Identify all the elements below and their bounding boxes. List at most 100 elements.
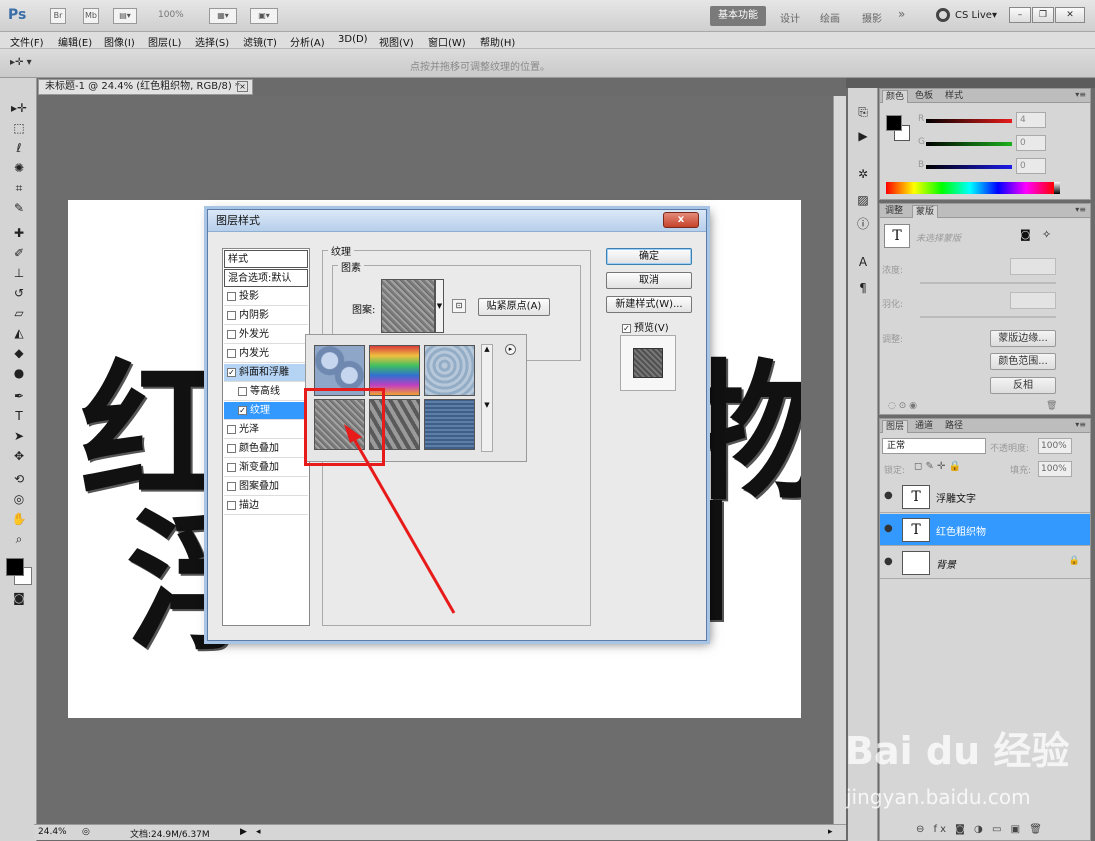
healing-brush-tool-icon[interactable]: ✚: [10, 225, 28, 241]
pattern-picker-scrollbar[interactable]: ▲ ▼: [481, 344, 493, 452]
style-list-item[interactable]: 内发光: [224, 345, 308, 363]
fill-field[interactable]: 100%: [1038, 461, 1072, 477]
menu-help[interactable]: 帮助(H): [480, 34, 515, 49]
style-checkbox[interactable]: [227, 481, 236, 491]
pixel-mask-icon[interactable]: ◙: [1020, 228, 1031, 241]
bridge-icon[interactable]: Br: [50, 8, 66, 24]
tab-color[interactable]: 颜色: [882, 90, 909, 103]
3d-rotate-tool-icon[interactable]: ⟲: [10, 471, 28, 487]
delete-mask-icon[interactable]: 🗑: [1046, 401, 1057, 411]
mask-edge-button[interactable]: 蒙版边缘...: [990, 330, 1056, 347]
cs-live-menu[interactable]: CS Live▾: [955, 10, 997, 21]
3d-orbit-tool-icon[interactable]: ◎: [10, 491, 28, 507]
move-tool-icon[interactable]: ▸✛: [10, 100, 28, 116]
feather-field[interactable]: [1010, 292, 1056, 309]
tool-preset-picker[interactable]: ▸✛ ▾: [10, 57, 32, 68]
new-style-button[interactable]: 新建样式(W)...: [606, 296, 692, 313]
character-panel-icon[interactable]: A: [855, 254, 871, 270]
eraser-tool-icon[interactable]: ▱: [10, 305, 28, 321]
tab-masks[interactable]: 蒙版: [912, 205, 939, 218]
tab-paths[interactable]: 路径: [942, 420, 966, 433]
tab-adjustments[interactable]: 调整: [882, 205, 906, 218]
path-select-tool-icon[interactable]: ➤: [10, 428, 28, 444]
workspace-painting[interactable]: 绘画: [820, 10, 840, 25]
dialog-close-button[interactable]: x: [663, 212, 699, 228]
marquee-tool-icon[interactable]: ⬚: [10, 120, 28, 136]
scroll-right-icon[interactable]: ▸: [828, 827, 833, 837]
menu-select[interactable]: 选择(S): [195, 34, 229, 49]
hand-tool-icon[interactable]: ✋: [10, 511, 28, 527]
style-checkbox[interactable]: [227, 310, 236, 320]
type-tool-icon[interactable]: T: [10, 408, 28, 424]
pattern-blue-fabric[interactable]: [424, 399, 475, 450]
panel-menu-icon[interactable]: ▾≡: [1075, 90, 1086, 99]
cancel-button[interactable]: 取消: [606, 272, 692, 289]
style-list-item[interactable]: 外发光: [224, 326, 308, 344]
history-panel-icon[interactable]: ⎘: [855, 104, 871, 120]
close-button[interactable]: ✕: [1055, 7, 1085, 23]
visibility-eye-icon[interactable]: ●: [884, 523, 893, 534]
blend-mode-select[interactable]: 正常: [882, 438, 986, 454]
panel-menu-icon[interactable]: ▾≡: [1075, 205, 1086, 214]
arrange-documents-icon[interactable]: ▦▾: [209, 8, 237, 24]
style-checkbox[interactable]: [227, 424, 236, 434]
dock-collapse-strip[interactable]: [846, 78, 1095, 88]
panel-menu-icon[interactable]: ▾≡: [1075, 420, 1086, 429]
style-list-item[interactable]: 等高线: [224, 383, 308, 401]
density-field[interactable]: [1010, 258, 1056, 275]
menu-analysis[interactable]: 分析(A): [290, 34, 325, 49]
visibility-eye-icon[interactable]: ●: [884, 556, 893, 567]
black-white-ramp[interactable]: [1054, 182, 1060, 194]
paragraph-panel-icon[interactable]: ¶: [855, 280, 871, 296]
tab-layers[interactable]: 图层: [882, 420, 909, 433]
eyedropper-tool-icon[interactable]: ✎: [10, 200, 28, 216]
minimize-button[interactable]: –: [1009, 7, 1031, 23]
style-list-item[interactable]: ✓ 斜面和浮雕: [224, 364, 308, 382]
quick-mask-icon[interactable]: ◙: [10, 590, 28, 606]
layer-row[interactable]: ● T 浮雕文字: [880, 481, 1090, 513]
pattern-ice[interactable]: [424, 345, 475, 396]
brush-tool-icon[interactable]: ✐: [10, 245, 28, 261]
green-slider[interactable]: [926, 142, 1012, 146]
workspace-photography[interactable]: 摄影: [862, 10, 882, 25]
lock-icons[interactable]: ◻ ✎ ✛ 🔒: [914, 461, 961, 472]
style-checkbox[interactable]: [227, 291, 236, 301]
new-pattern-preset-icon[interactable]: ⊡: [452, 299, 466, 313]
paint-bucket-tool-icon[interactable]: ◭: [10, 325, 28, 341]
scroll-left-icon[interactable]: ◂: [256, 827, 261, 837]
tab-styles[interactable]: 样式: [942, 90, 966, 103]
tab-swatches[interactable]: 色板: [912, 90, 936, 103]
close-icon[interactable]: ×: [237, 81, 248, 92]
layers-footer-icons[interactable]: ⊖ fx ◙ ◑ ▭ ▣ 🗑: [916, 824, 1045, 835]
blue-value[interactable]: 0: [1016, 158, 1046, 174]
restore-button[interactable]: ❐: [1032, 7, 1054, 23]
menu-3d[interactable]: 3D(D): [338, 34, 368, 45]
style-list-item[interactable]: 混合选项:默认: [224, 269, 308, 287]
3d-panel-icon[interactable]: ✲: [855, 166, 871, 182]
density-slider[interactable]: [920, 282, 1056, 284]
red-value[interactable]: 4: [1016, 112, 1046, 128]
workspace-more-icon[interactable]: »: [898, 7, 905, 21]
status-menu-arrow-icon[interactable]: ▶: [240, 827, 247, 837]
clone-stamp-tool-icon[interactable]: ⊥: [10, 265, 28, 281]
zoom-level-select[interactable]: 100%: [158, 10, 184, 20]
shape-tool-icon[interactable]: ✥: [10, 448, 28, 464]
style-checkbox[interactable]: [227, 348, 236, 358]
style-list-item[interactable]: 投影: [224, 288, 308, 306]
dodge-tool-icon[interactable]: ●: [10, 365, 28, 381]
red-slider[interactable]: [926, 119, 1012, 123]
layer-row[interactable]: ● 背景 🔒: [880, 547, 1090, 579]
menu-image[interactable]: 图像(I): [104, 34, 135, 49]
style-checkbox[interactable]: [238, 386, 247, 396]
pattern-dropdown-icon[interactable]: ▼: [435, 279, 444, 333]
snap-to-origin-button[interactable]: 贴紧原点(A): [478, 298, 550, 316]
layer-row[interactable]: ● T 红色粗织物: [880, 514, 1090, 546]
quick-select-tool-icon[interactable]: ✺: [10, 160, 28, 176]
view-extras-icon[interactable]: ▤▾: [113, 8, 137, 24]
document-tab[interactable]: 未标题-1 @ 24.4% (红色粗织物, RGB/8) * ×: [38, 79, 253, 95]
actions-panel-icon[interactable]: ▶: [855, 128, 871, 144]
mask-footer-icons[interactable]: ◌ ⊙ ◉: [888, 401, 917, 411]
menu-view[interactable]: 视图(V): [379, 34, 414, 49]
blur-tool-icon[interactable]: ◆: [10, 345, 28, 361]
style-checkbox[interactable]: ✓: [238, 405, 247, 415]
